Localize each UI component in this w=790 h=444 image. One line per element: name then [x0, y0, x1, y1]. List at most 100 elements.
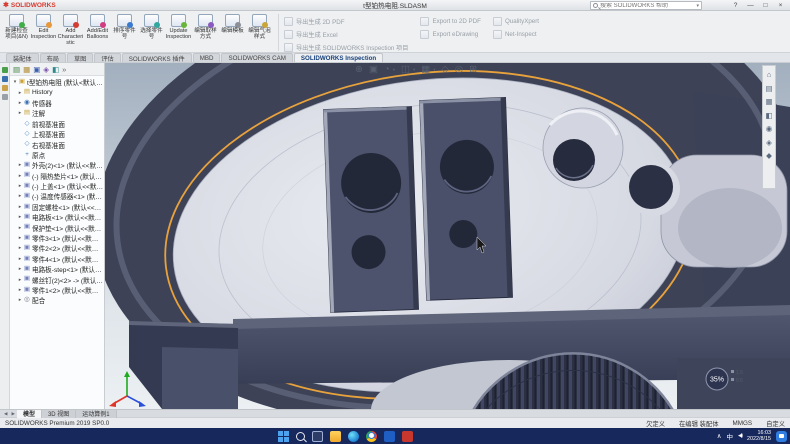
tree-item[interactable]: ▸▤注解 [10, 108, 104, 118]
tab-sketch[interactable]: 草图 [67, 53, 93, 62]
tree-item[interactable]: ▸▣零件3<1> (默认<<默认>_显示状态-1>) [10, 233, 104, 243]
sequence-balloons-button[interactable]: 排序零件号 [111, 13, 138, 52]
view-tab-3d-views[interactable]: 3D 视图 [42, 410, 76, 418]
panel-strip-icon[interactable] [2, 85, 8, 91]
tab-addins[interactable]: SOLIDWORKS 插件 [122, 53, 192, 62]
solidworks-taskbar-icon[interactable] [402, 431, 413, 442]
tree-item[interactable]: ▸▣(-) 温度传感器<1> (默认<<默认>_显示状态-1>) [10, 191, 104, 201]
graphics-viewport[interactable]: 35% 1.6 0.5 ⊕ ▣ ◔▾ ◫▾ ▦▾ ◇ ◎ ⊞ ⌂ ▤ ▦ ◧ ◉… [105, 63, 790, 409]
tab-solidworks-inspection[interactable]: SOLIDWORKS Inspection [294, 53, 383, 62]
export-inspection-project-button[interactable]: 导出生成 SOLIDWORKS Inspection 项目 [284, 43, 408, 52]
tree-item[interactable]: ▸▣零件4<1> (默认<<默认>_显示状态-1>) [10, 254, 104, 264]
tree-item[interactable]: ▸▣电路板-step<1> (默认<<默认>_显示状态-1>) [10, 264, 104, 274]
display-style-icon[interactable]: ▦ [421, 65, 430, 75]
panel-strip-icon[interactable] [2, 94, 8, 100]
tab-solidworks-cam[interactable]: SOLIDWORKS CAM [221, 53, 292, 62]
tree-item[interactable]: ▸▣电路板<1> (默认<<默认>_显示状态-1>) [10, 212, 104, 222]
maximize-button[interactable]: □ [758, 2, 773, 9]
tree-item[interactable]: ▸▣保护垫<1> (默认<<默认>_显示状态-1>) [10, 222, 104, 232]
export-edrawing-button[interactable]: Export eDrawing [420, 30, 481, 39]
panel-strip-icon[interactable] [2, 67, 8, 73]
view-tab-model[interactable]: 模型 [17, 410, 42, 418]
tab-mbd[interactable]: MBD [193, 53, 221, 62]
view-orientation-icon[interactable]: ◫ [401, 65, 410, 75]
close-button[interactable]: × [773, 2, 788, 9]
qualityxpert-button[interactable]: QualityXpert [493, 17, 539, 26]
minimize-button[interactable]: — [743, 2, 758, 9]
tree-item[interactable]: ▸◎配合 [10, 295, 104, 305]
panel-strip-icon[interactable] [2, 76, 8, 82]
search-input[interactable] [600, 3, 694, 9]
tree-item[interactable]: ◇右视基准面 [10, 139, 104, 149]
tree-item[interactable]: ▸▣外壳(2)<1> (默认<<默认>_显示状态-1>) [10, 160, 104, 170]
tree-item[interactable]: +原点 [10, 150, 104, 160]
ime-language-indicator[interactable]: 中 [726, 431, 733, 441]
export-excel-button[interactable]: 导出生成 Excel [284, 30, 408, 39]
forum-icon[interactable]: ◆ [766, 151, 772, 160]
tabs-prev-icon[interactable]: ◀ [2, 411, 9, 417]
edit-template-button[interactable]: 编辑模板 [219, 13, 246, 52]
help-button[interactable]: ? [728, 2, 743, 9]
3d-model-render[interactable]: 35% 1.6 0.5 [105, 63, 790, 409]
chrome-browser-icon[interactable] [366, 431, 377, 442]
section-view-icon[interactable]: ◔ [384, 65, 390, 75]
propertymanager-tab-icon[interactable]: ▦ [23, 65, 30, 74]
chevron-down-icon[interactable]: ▾ [393, 67, 395, 73]
tree-item[interactable]: ▸▣螺丝钉(2)<2> -> (默认<<默认>_显示状态-1>) [10, 274, 104, 284]
tabs-next-icon[interactable]: ▶ [9, 411, 16, 417]
expand-tabs-icon[interactable]: » [62, 65, 66, 74]
speaker-icon[interactable]: ◀) [738, 433, 742, 439]
cylindrical-boss[interactable] [543, 108, 623, 188]
edit-sampling-button[interactable]: 编辑取样方式 [192, 13, 219, 52]
displaymanager-tab-icon[interactable]: ◧ [52, 65, 59, 74]
export-2d-pdf-button[interactable]: 导出生成 2D PDF [284, 17, 408, 26]
design-library-icon[interactable]: ▤ [765, 84, 772, 93]
tree-item[interactable]: ▸▣(-) 上盖<1> (默认<<默认>_显示状态-1>) [10, 181, 104, 191]
tree-item[interactable]: ▸▤History [10, 87, 104, 97]
configurationmanager-tab-icon[interactable]: ▣ [33, 65, 40, 74]
edit-inspection-button[interactable]: Edit Inspection [30, 13, 57, 52]
net-inspect-button[interactable]: Net-Inspect [493, 30, 539, 39]
tree-item[interactable]: ▸▣零件1<2> (默认<<默认>_显示状态-1>) [10, 285, 104, 295]
tree-item[interactable]: ▸▣零件2<2> (默认<<默认>_显示状态-1>) [10, 243, 104, 253]
featuremanager-tab-icon[interactable]: ▤ [13, 65, 20, 74]
dimxpert-tab-icon[interactable]: ◈ [43, 65, 49, 74]
task-view-icon[interactable] [312, 431, 323, 442]
word-app-icon[interactable] [384, 431, 395, 442]
edit-balloon-style-button[interactable]: 编辑气泡样式 [246, 13, 273, 52]
view-settings-icon[interactable]: ⊞ [469, 65, 477, 75]
appearances-icon[interactable]: ◉ [766, 124, 773, 133]
hide-show-items-icon[interactable]: ◇ [441, 65, 448, 75]
edge-browser-icon[interactable] [348, 431, 359, 442]
appearance-icon[interactable]: ◎ [455, 65, 463, 75]
block-right[interactable] [420, 97, 513, 300]
export-to-2d-pdf-button[interactable]: Export to 2D PDF [420, 17, 481, 26]
tree-item[interactable]: ▸▣(-) 隔热垫片<1> (默认<<默认>_显示状态-1>) [10, 171, 104, 181]
view-palette-icon[interactable]: ◧ [765, 111, 772, 120]
tab-assembly[interactable]: 装配体 [6, 53, 39, 62]
tree-item[interactable]: ◇上视基准面 [10, 129, 104, 139]
tray-expand-icon[interactable]: ∧ [717, 432, 722, 440]
home-icon[interactable]: ⌂ [767, 70, 772, 79]
tree-item[interactable]: ▸◉传感器 [10, 98, 104, 108]
chevron-down-icon[interactable]: ▾ [413, 67, 415, 73]
tree-root[interactable]: ▾▣t型铂热电阻 (默认<默认_显示状态-1>) [10, 77, 104, 87]
file-explorer-taskbar-icon[interactable] [330, 431, 341, 442]
notification-chat-icon[interactable] [776, 431, 787, 442]
tree-item[interactable]: ▸▣固定螺栓<1> (默认<<默认>_显示状态-1>) [10, 202, 104, 212]
status-units[interactable]: MMGS [733, 420, 753, 427]
zoom-area-icon[interactable]: ▣ [369, 65, 378, 75]
chevron-down-icon[interactable]: ▾ [433, 67, 435, 73]
update-inspection-button[interactable]: Update Inspection [165, 13, 192, 52]
help-search[interactable]: ▾ [590, 1, 702, 10]
add-characteristic-button[interactable]: Add Characteristic [57, 13, 84, 52]
search-dropdown-icon[interactable]: ▾ [696, 3, 699, 9]
file-explorer-icon[interactable]: ▦ [765, 97, 772, 106]
zoom-fit-icon[interactable]: ⊕ [355, 65, 363, 75]
custom-properties-icon[interactable]: ◈ [766, 138, 772, 147]
start-button[interactable] [278, 431, 289, 442]
taskbar-search-icon[interactable] [296, 432, 305, 441]
tab-evaluate[interactable]: 评估 [94, 53, 120, 62]
add-edit-balloons-button[interactable]: Add/Edit Balloons [84, 13, 111, 52]
block-left[interactable] [324, 106, 419, 312]
